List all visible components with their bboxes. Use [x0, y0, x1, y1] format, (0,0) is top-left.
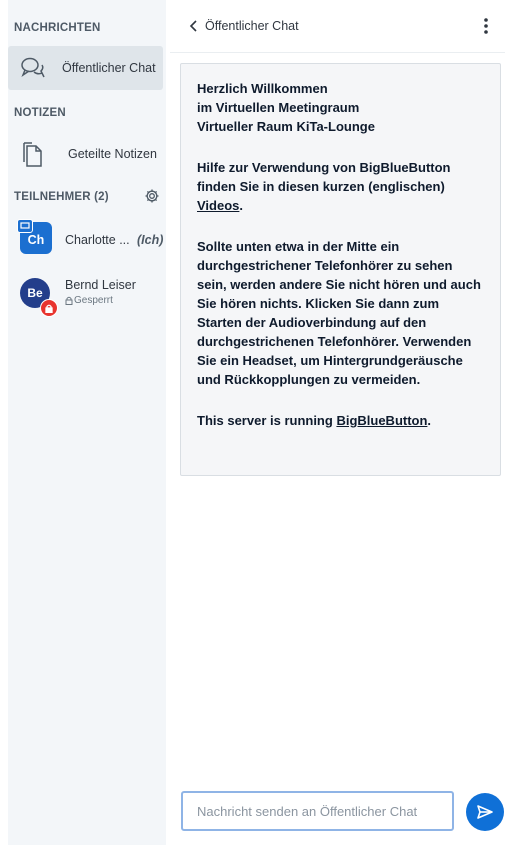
participant-status: Gesperrt — [65, 295, 113, 306]
participants-heading: TEILNEHMER (2) — [14, 191, 109, 203]
instruction-line: durchgestrichenen Telefonhörer. Verwende… — [197, 334, 472, 349]
lock-icon — [65, 296, 73, 305]
send-icon — [476, 804, 494, 820]
instruction-line: Sie ein Headset, um Hintergrundgeräusche — [197, 353, 463, 368]
bigbluebutton-link[interactable]: BigBlueButton — [336, 413, 427, 428]
help-line: finden Sie in diesen kurzen (englischen) — [197, 179, 445, 194]
instruction-line: Sie hören nichts. Klicken Sie dann zum — [197, 296, 439, 311]
gear-icon[interactable] — [144, 188, 160, 204]
more-vertical-icon[interactable] — [479, 15, 493, 37]
server-prefix: This server is running — [197, 413, 337, 428]
instruction-line: und Rückkopplungen zu vermeiden. — [197, 372, 421, 387]
avatar-initials: Ch — [27, 233, 45, 247]
public-chat-label: Öffentlicher Chat — [62, 61, 156, 75]
message-input[interactable] — [181, 791, 454, 831]
instruction-line: sein, werden andere Sie nicht hören und … — [197, 277, 481, 292]
sidebar-item-public-chat[interactable]: Öffentlicher Chat — [8, 46, 163, 90]
welcome-line: Herzlich Willkommen — [197, 81, 328, 96]
lock-icon — [40, 299, 58, 317]
punctuation: . — [427, 413, 432, 428]
participant-status-text: Gesperrt — [74, 295, 113, 306]
punctuation: . — [239, 198, 244, 213]
sidebar: NACHRICHTEN Öffentlicher Chat NOTIZEN Ge… — [8, 0, 166, 845]
messages-heading: NACHRICHTEN — [14, 22, 101, 34]
welcome-message: Herzlich Willkommen im Virtuellen Meetin… — [180, 63, 501, 476]
server-line: This server is running BigBlueButton. — [197, 411, 488, 430]
instruction-line: durchgestrichener Telefonhörer zu sehen — [197, 258, 453, 273]
sidebar-item-shared-notes[interactable]: Geteilte Notizen — [8, 133, 163, 175]
shared-notes-label: Geteilte Notizen — [68, 147, 157, 161]
notes-heading: NOTIZEN — [14, 107, 66, 119]
videos-link[interactable]: Videos — [197, 198, 239, 213]
participant-name: Charlotte ... — [65, 233, 130, 247]
send-button[interactable] — [466, 793, 504, 831]
avatar-initials: Be — [27, 286, 43, 300]
welcome-line: im Virtuellen Meetingraum — [197, 100, 360, 115]
you-tag: (Ich) — [137, 233, 164, 247]
participant-name: Bernd Leiser — [65, 278, 136, 292]
chat-header: Öffentlicher Chat — [170, 0, 505, 53]
presenter-icon — [17, 219, 33, 233]
document-icon — [22, 140, 44, 168]
help-line: Videos. — [197, 196, 488, 215]
welcome-line: Virtueller Raum KiTa-Lounge — [197, 119, 375, 134]
chevron-left-icon[interactable] — [187, 17, 201, 35]
help-line: Hilfe zur Verwendung von BigBlueButton — [197, 160, 451, 175]
chat-title[interactable]: Öffentlicher Chat — [205, 19, 299, 33]
instruction-line: Sollte unten etwa in der Mitte ein — [197, 239, 400, 254]
chat-bubbles-icon — [20, 55, 46, 81]
participant-item[interactable]: Ch Charlotte ... (Ich) — [8, 218, 166, 262]
participant-item[interactable]: Be Bernd Leiser Gesperrt — [8, 268, 166, 318]
instruction-line: Starten der Audioverbindung auf den — [197, 315, 427, 330]
